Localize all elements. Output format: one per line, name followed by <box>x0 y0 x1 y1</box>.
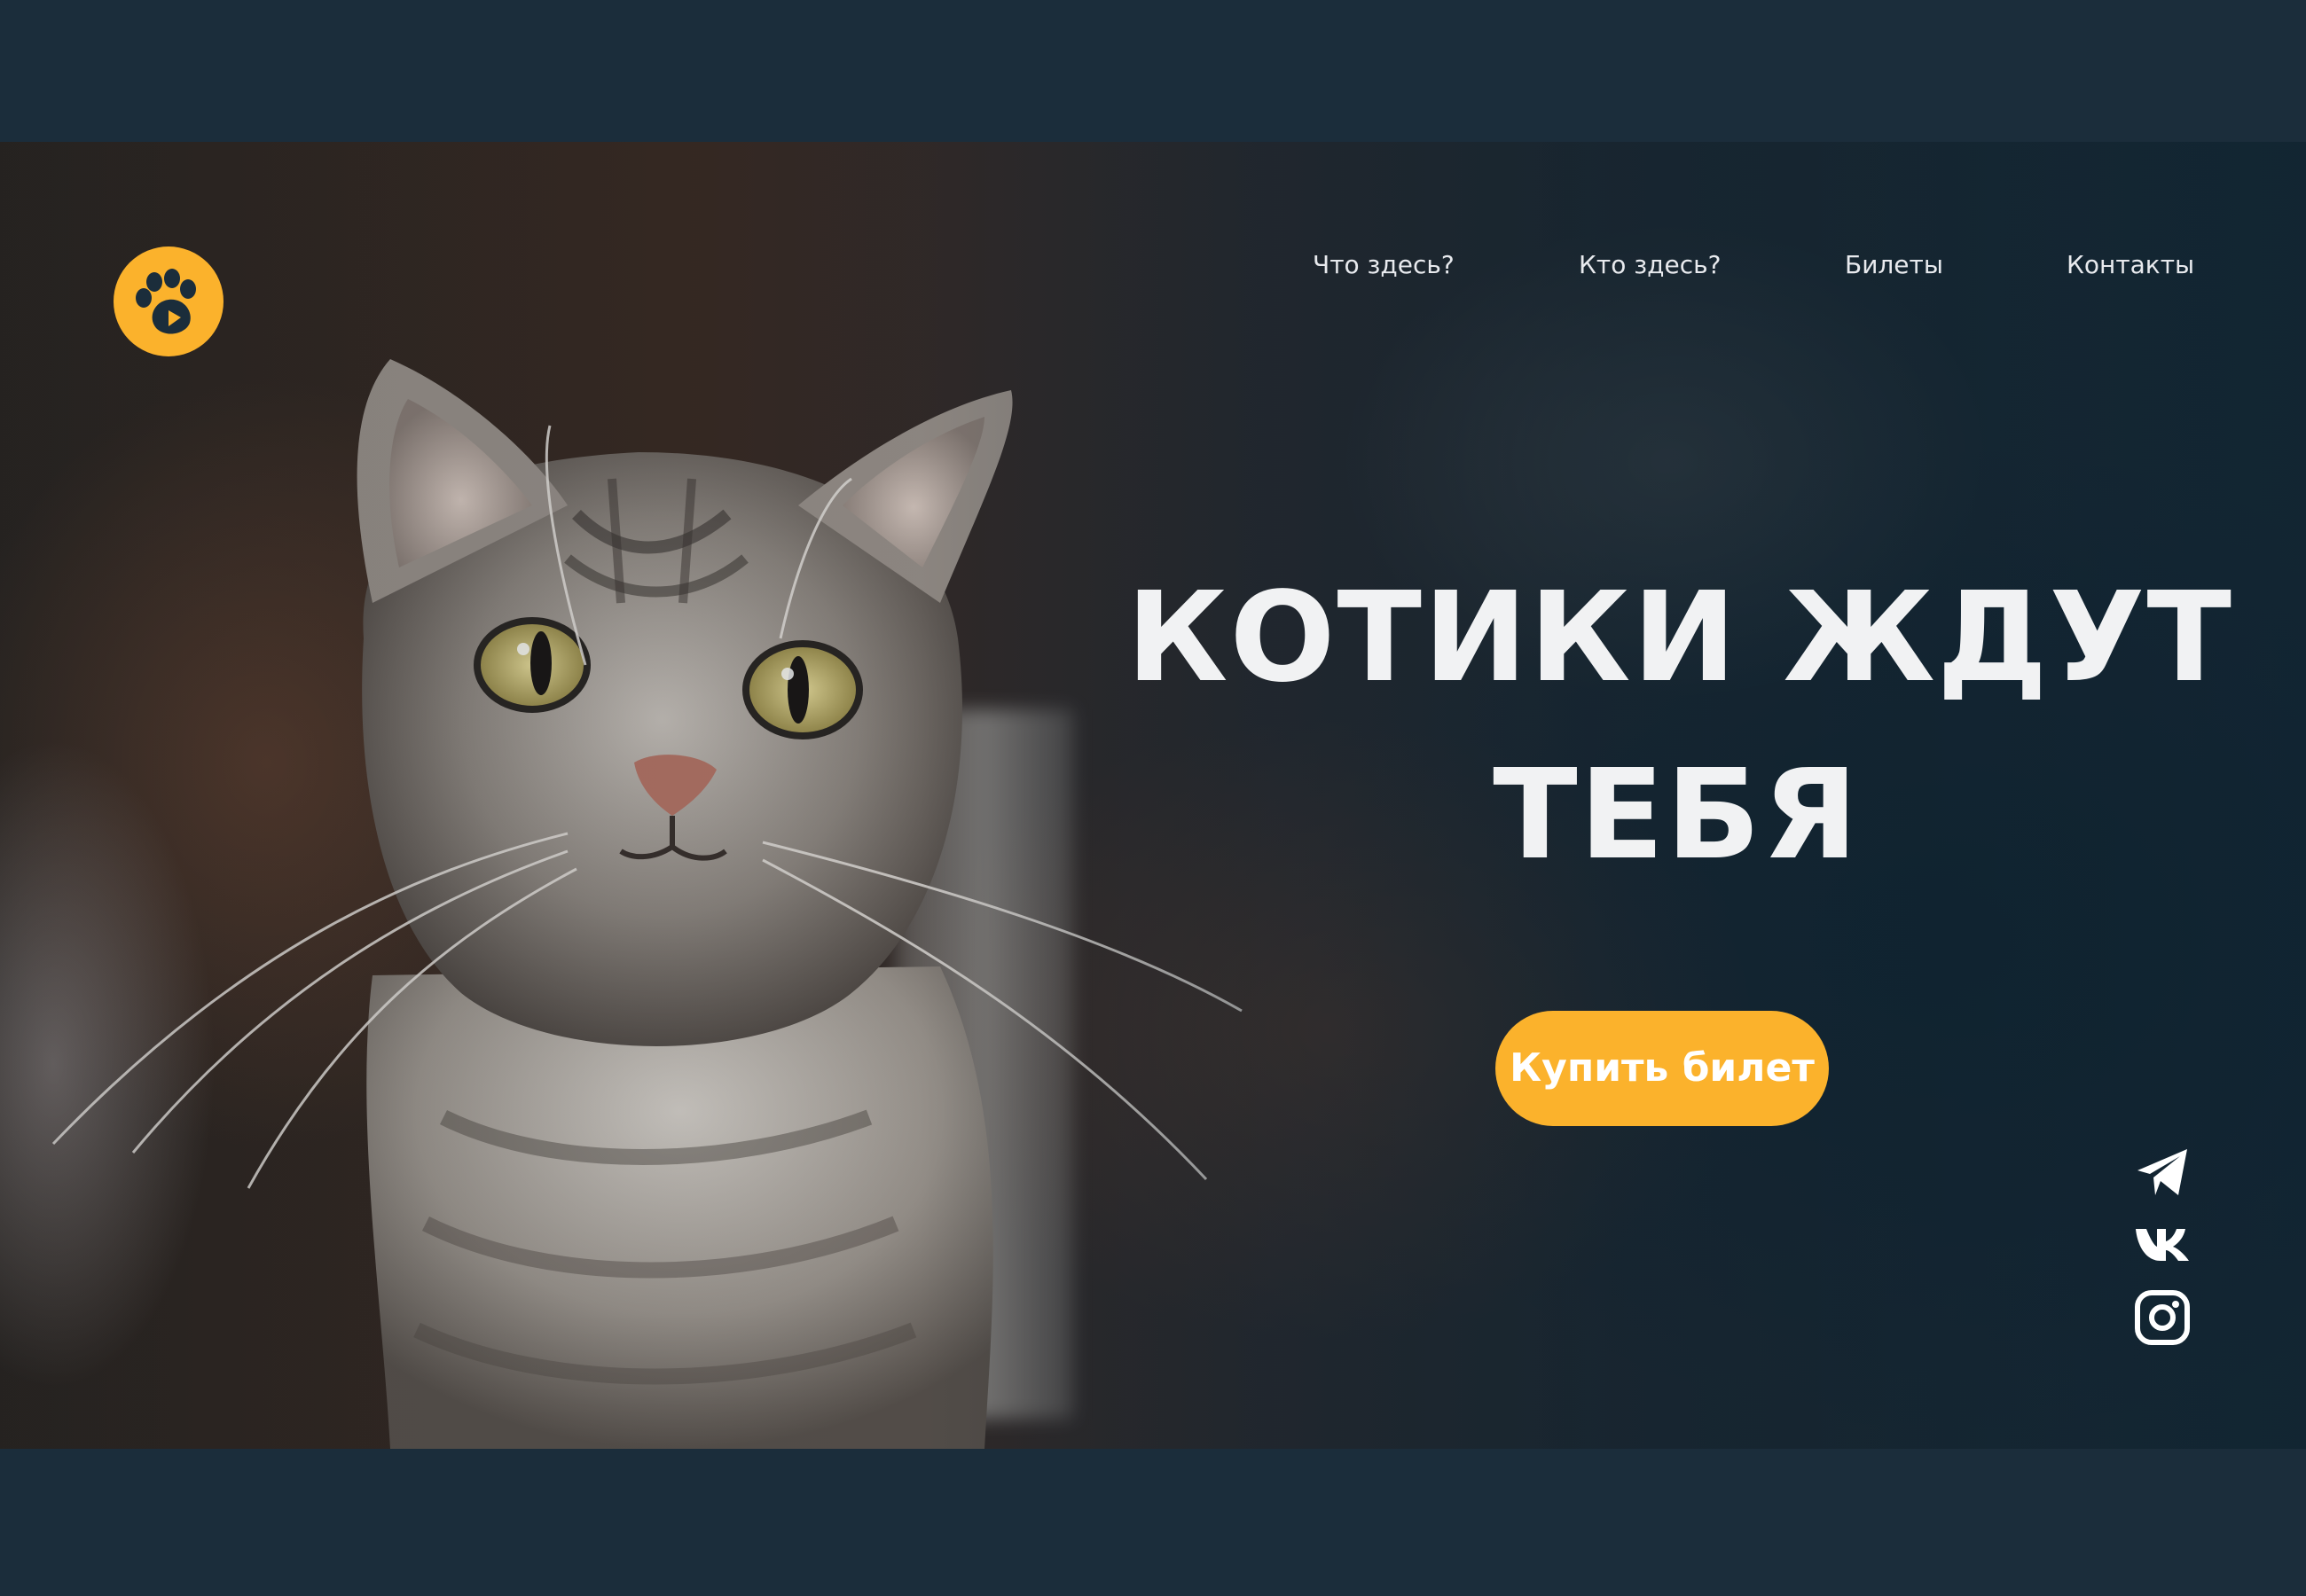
nav-link-tickets[interactable]: Билеты <box>1845 250 1943 289</box>
vk-link[interactable] <box>2134 1215 2191 1271</box>
paw-icon <box>136 269 196 334</box>
hero-title-line1: КОТИКИ ЖДУТ <box>1126 566 2233 710</box>
buy-ticket-button[interactable]: Купить билет <box>1495 1011 1829 1126</box>
page-frame: Что здесь? Кто здесь? Билеты Контакты КО… <box>0 0 2306 1596</box>
nav-link-who-here[interactable]: Кто здесь? <box>1579 250 1721 289</box>
vk-icon <box>2136 1229 2189 1261</box>
nav-link-what-here[interactable]: Что здесь? <box>1313 250 1455 289</box>
instagram-link[interactable] <box>2134 1289 2191 1346</box>
instagram-icon <box>2135 1290 2190 1345</box>
telegram-link[interactable] <box>2134 1144 2191 1201</box>
logo[interactable] <box>114 246 224 356</box>
telegram-icon <box>2137 1149 2187 1195</box>
hero-title: КОТИКИ ЖДУТ ТЕБЯ <box>1126 550 2233 904</box>
nav-link-contacts[interactable]: Контакты <box>2067 250 2194 289</box>
hero-title-line2: ТЕБЯ <box>1493 743 1860 888</box>
